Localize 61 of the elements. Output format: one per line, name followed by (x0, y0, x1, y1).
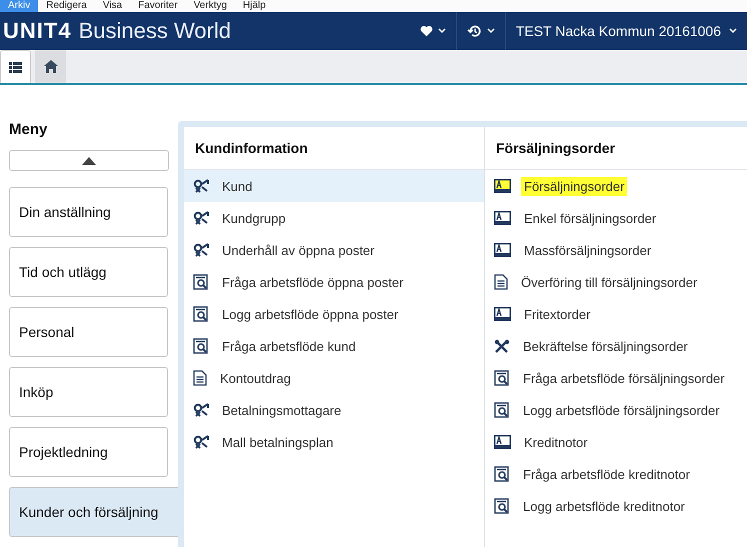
menu-entry[interactable]: Betalningsmottagare (184, 394, 484, 426)
menu-entry[interactable]: Massförsäljningsorder (485, 234, 747, 266)
chevron-icon (486, 28, 495, 34)
menu-entry[interactable]: Överföring till försäljningsorder (485, 266, 747, 298)
search-document-icon (193, 306, 209, 322)
menu-entry[interactable]: Fråga arbetsflöde kreditnotor (485, 458, 747, 490)
product-name: Business World (78, 18, 231, 44)
search-document-icon (494, 498, 510, 514)
menu-entry[interactable]: Kontoutdrag (184, 362, 484, 394)
menu-entry[interactable]: Kundgrupp (184, 202, 484, 234)
sidebar-item[interactable]: Personal (9, 307, 168, 357)
document-icon (193, 370, 207, 386)
menu-item[interactable]: Visa (94, 0, 130, 12)
menu-entry[interactable]: Logg arbetsflöde kreditnotor (485, 490, 747, 522)
menu-entry[interactable]: Fråga arbetsflöde öppna poster (184, 266, 484, 298)
form-icon (494, 179, 511, 193)
menu-entry[interactable]: Enkel försäljningsorder (485, 202, 747, 234)
search-document-icon (494, 466, 510, 482)
search-document-icon (193, 274, 209, 290)
home-icon (44, 60, 58, 73)
menu-item[interactable]: Hjälp (234, 0, 274, 12)
menu-entry[interactable]: Underhåll av öppna poster (184, 234, 484, 266)
menu-entry[interactable]: Fritextorder (485, 298, 747, 330)
search-document-icon (494, 402, 510, 418)
menu-title: Meny (8, 121, 48, 140)
chevron-icon (438, 28, 446, 34)
menu-entry[interactable]: Fråga arbetsflöde kund (184, 330, 484, 362)
menu-entry[interactable]: Kreditnotor (485, 426, 747, 458)
menu-tab[interactable] (0, 50, 31, 83)
chevron-icon (729, 28, 737, 34)
menu-entry[interactable]: Kund (184, 170, 484, 202)
form-icon (494, 211, 511, 225)
triangle-up-icon (82, 156, 96, 164)
document-icon (494, 274, 508, 290)
sidebar-item[interactable]: Inköp (9, 367, 168, 417)
logo: UNIT4 (3, 18, 72, 44)
form-icon (494, 307, 511, 321)
sidebar-item[interactable]: Din anställning (9, 187, 168, 237)
sidebar-item[interactable]: Kunder och försäljning (9, 487, 178, 537)
menu-entry[interactable]: Fråga arbetsflöde försäljningsorder (485, 362, 747, 394)
form-icon (494, 435, 511, 449)
menu-item[interactable]: Redigera (38, 0, 95, 12)
form-icon (494, 243, 511, 257)
sidebar-item[interactable]: Tid och utlägg (9, 247, 168, 297)
menu-item[interactable]: Verktyg (186, 0, 235, 12)
menu-entry[interactable]: Logg arbetsflöde öppna poster (184, 298, 484, 330)
menu-item[interactable]: Favoriter (130, 0, 186, 12)
search-document-icon (193, 338, 209, 354)
heart-icon (420, 25, 433, 37)
history-icon (466, 24, 482, 38)
menu-entry[interactable]: Bekräftelse försäljningsorder (485, 330, 747, 362)
search-document-icon (494, 370, 510, 386)
list-icon (9, 62, 22, 72)
menu-entry[interactable]: Logg arbetsflöde försäljningsorder (485, 394, 747, 426)
menu-entry[interactable]: Försäljningsorder (485, 170, 747, 202)
sidebar-item[interactable]: Projektledning (9, 427, 168, 477)
column-heading: Försäljningsorder (485, 127, 747, 170)
home-tab[interactable] (35, 50, 66, 83)
tools-icon (494, 338, 510, 354)
company-selector[interactable]: TEST Nacka Kommun 20161006 (506, 12, 747, 50)
menu-entry[interactable]: Mall betalningsplan (184, 426, 484, 458)
